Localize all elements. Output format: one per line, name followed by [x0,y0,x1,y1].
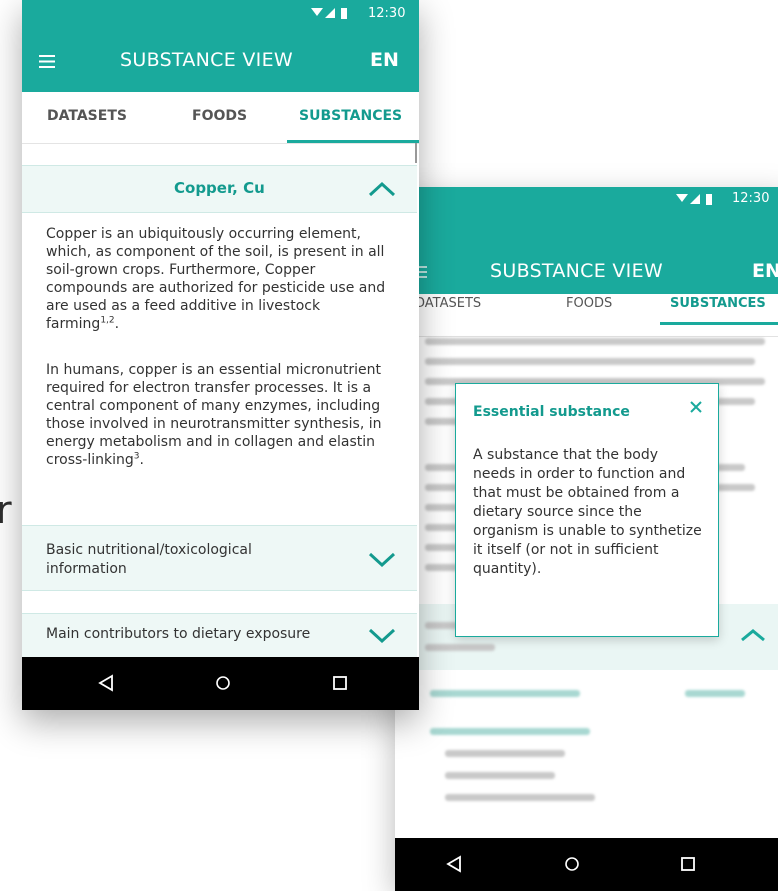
back-tab-foods[interactable]: FOODS [566,296,612,311]
basic-info-label: Basic nutritional/toxicological informat… [46,542,252,577]
main-contributors-label: Main contributors to dietary exposure [46,626,311,642]
back-nav-icon[interactable] [446,855,462,873]
back-tab-datasets[interactable]: DATASETS [415,296,481,311]
back-status-icons [676,194,712,205]
scrollbar[interactable] [415,143,417,163]
back-app-title: SUBSTANCE VIEW [490,260,663,282]
wifi-icon [676,194,688,202]
back-tab-substances[interactable]: SUBSTANCES [670,296,766,311]
tab-substances[interactable]: SUBSTANCES [299,108,402,124]
substance-title: Copper, Cu [174,179,265,197]
signal-icon [690,194,700,204]
popup-body: A substance that the body needs in order… [473,447,702,577]
front-app-title: SUBSTANCE VIEW [120,49,293,71]
home-nav-icon[interactable] [564,856,580,872]
home-nav-icon[interactable] [215,675,231,691]
tab-foods[interactable]: FOODS [192,108,247,124]
recents-nav-icon[interactable] [680,856,696,872]
back-lang-button[interactable]: EN [752,260,778,282]
chevron-down-icon[interactable] [367,627,397,643]
signal-icon [325,8,335,18]
recents-nav-icon[interactable] [332,675,348,691]
popup-title: Essential substance [473,404,630,420]
chevron-down-icon[interactable] [367,551,397,567]
front-status-icons [311,8,347,19]
front-phone-screen: 12:30 SUBSTANCE VIEW EN DATASETS FOODS S… [22,0,419,710]
back-nav-icon[interactable] [98,674,114,692]
back-status-time: 12:30 [732,191,770,206]
wifi-icon [311,8,323,16]
front-lang-button[interactable]: EN [370,49,399,71]
battery-icon [706,194,712,205]
front-status-time: 12:30 [368,6,406,21]
substance-description-1: Copper is an ubiquitously occurring elem… [46,226,386,332]
battery-icon [341,8,347,19]
stray-text: r [0,488,12,532]
back-blurred-details [395,670,778,820]
tab-datasets[interactable]: DATASETS [47,108,127,124]
menu-icon[interactable] [39,55,55,68]
close-icon[interactable] [688,399,704,415]
tab-bar-divider [22,143,419,144]
chevron-up-icon[interactable] [367,181,397,197]
substance-description-2: In humans, copper is an essential micron… [46,362,382,468]
chevron-up-icon[interactable] [740,628,766,642]
